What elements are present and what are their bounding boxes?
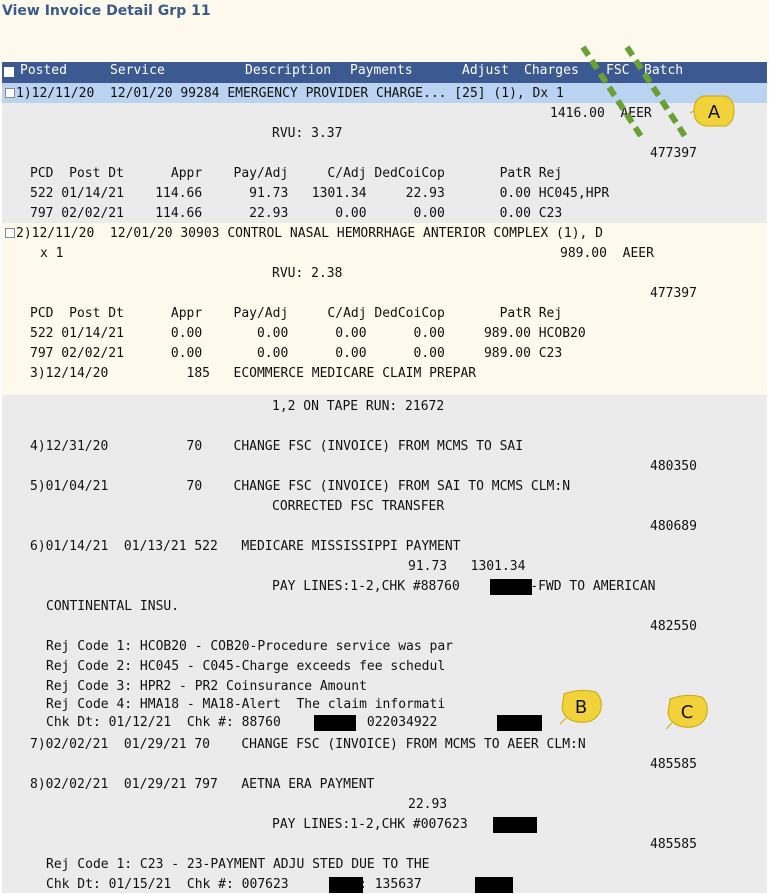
invoice-line: 797 02/02/21 114.66 22.93 0.00 0.00 0.00…	[30, 206, 563, 221]
invoice-line: RVU: 3.37	[272, 126, 343, 141]
invoice-line: 6)01/14/21 01/13/21 522 MEDICARE MISSISS…	[30, 539, 461, 554]
redaction-bar	[475, 877, 513, 893]
invoice-line: PCD Post Dt Appr Pay/Adj C/Adj DedCoiCop…	[30, 166, 563, 181]
col-description[interactable]: Description	[245, 63, 331, 78]
col-service[interactable]: Service	[110, 63, 165, 78]
invoice-line: x 1	[40, 246, 64, 261]
invoice-line: CONTINENTAL INSU.	[46, 599, 180, 614]
invoice-line: 1,2 ON TAPE RUN: 21672	[272, 399, 445, 414]
col-adjust[interactable]: Adjust	[462, 63, 509, 78]
title-bar: View Invoice Detail Grp 11	[0, 0, 769, 60]
callout-c-label: C	[681, 702, 694, 723]
invoice-line: Chk Dt: 01/12/21 Chk #: 88760 TCN: 02203…	[46, 715, 438, 730]
redaction-bar	[314, 715, 356, 731]
invoice-line: 480350	[650, 459, 697, 474]
callout-b-icon: B	[559, 689, 602, 725]
select-all-checkbox[interactable]	[4, 67, 14, 77]
invoice-line: 8)02/02/21 01/29/21 797 AETNA ERA PAYMEN…	[30, 777, 375, 792]
invoice-line: 1416.00 AEER	[550, 106, 652, 121]
col-charges[interactable]: Charges	[524, 63, 579, 78]
invoice-line: 4)12/31/20 70 CHANGE FSC (INVOICE) FROM …	[30, 439, 524, 454]
invoice-line: PAY LINES:1-2,CHK #88760 ,CLM-FWD TO AME…	[272, 579, 656, 594]
invoice-line: PAY LINES:1-2,CHK #007623	[272, 817, 468, 832]
invoice-line: RVU: 2.38	[272, 266, 343, 281]
invoice-line: 5)01/04/21 70 CHANGE FSC (INVOICE) FROM …	[30, 479, 571, 494]
invoice-line: 482550	[650, 619, 697, 634]
invoice-line: Rej Code 2: HC045 - C045-Charge exceeds …	[46, 659, 446, 674]
invoice-line: Rej Code 1: HCOB20 - COB20-Procedure ser…	[46, 639, 453, 654]
redaction-bar	[490, 579, 532, 595]
callout-a-label: A	[708, 102, 721, 123]
callout-b-label: B	[575, 697, 587, 718]
invoice-line: 480689	[650, 519, 697, 534]
row-1-checkbox[interactable]	[5, 88, 15, 98]
invoice-line: Rej Code 1: C23 - 23-PAYMENT ADJU STED D…	[46, 857, 430, 872]
redaction-bar	[329, 877, 363, 893]
callout-a-icon: A	[690, 95, 735, 127]
col-fsc[interactable]: FSC	[606, 63, 629, 78]
invoice-line: 22.93	[408, 797, 448, 812]
invoice-line: 91.73 1301.34	[408, 559, 526, 574]
invoice-line: 7)02/02/21 01/29/21 70 CHANGE FSC (INVOI…	[30, 737, 586, 752]
invoice-line: 485585	[650, 757, 697, 772]
invoice-line: Chk Dt: 01/15/21 Chk #: 007623 TCN: 1356…	[46, 877, 422, 892]
invoice-line: 485585	[650, 837, 697, 852]
col-payments[interactable]: Payments	[350, 63, 413, 78]
invoice-line: 3)12/14/20 185 ECOMMERCE MEDICARE CLAIM …	[30, 366, 477, 381]
invoice-line: 2)12/11/20 12/01/20 30903 CONTROL NASAL …	[16, 226, 603, 241]
invoice-line: Rej Code 4: HMA18 - MA18-Alert The claim…	[46, 697, 446, 712]
invoice-line: CORRECTED FSC TRANSFER	[272, 499, 445, 514]
invoice-line: 522 01/14/21 114.66 91.73 1301.34 22.93 …	[30, 186, 610, 201]
row-2-checkbox[interactable]	[5, 228, 15, 238]
callout-c-icon: C	[665, 694, 708, 730]
invoice-line: 477397	[650, 286, 697, 301]
invoice-line: 1)12/11/20 12/01/20 99284 EMERGENCY PROV…	[16, 86, 564, 101]
invoice-line: 989.00 AEER	[560, 246, 654, 261]
col-posted[interactable]: Posted	[20, 63, 67, 78]
redaction-bar	[497, 715, 542, 731]
page-title: View Invoice Detail Grp 11	[2, 3, 211, 19]
invoice-line: 797 02/02/21 0.00 0.00 0.00 0.00 989.00 …	[30, 346, 563, 361]
redaction-bar	[493, 817, 537, 833]
invoice-line: PCD Post Dt Appr Pay/Adj C/Adj DedCoiCop…	[30, 306, 563, 321]
invoice-line: 522 01/14/21 0.00 0.00 0.00 0.00 989.00 …	[30, 326, 586, 341]
invoice-line: Rej Code 3: HPR2 - PR2 Coinsurance Amoun…	[46, 679, 367, 694]
invoice-line: 477397	[650, 146, 697, 161]
